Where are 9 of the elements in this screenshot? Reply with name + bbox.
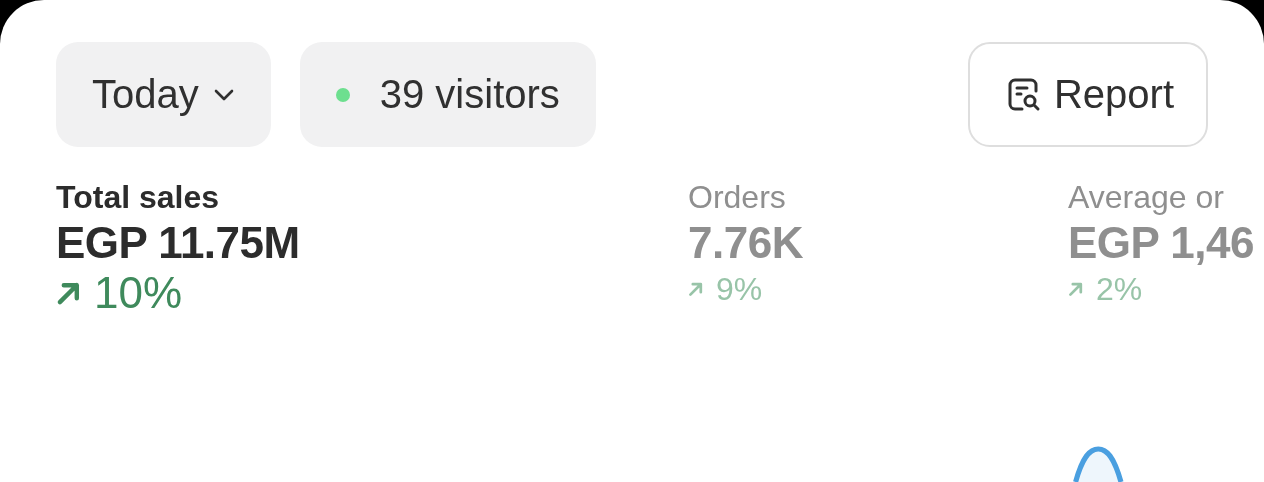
metric-tab[interactable]: Total sales EGP 11.75M 10%	[56, 177, 688, 317]
arrow-up-right-icon	[688, 281, 704, 297]
arrow-up-right-icon	[1068, 281, 1084, 297]
arrow-up-right-icon	[56, 280, 82, 306]
report-button[interactable]: Report	[967, 42, 1208, 147]
visitors-button[interactable]: 39 visitors	[299, 42, 596, 147]
period-dropdown[interactable]: Today	[56, 42, 271, 147]
chevron-down-icon	[212, 87, 235, 102]
line-chart-drawing	[1073, 446, 1124, 482]
